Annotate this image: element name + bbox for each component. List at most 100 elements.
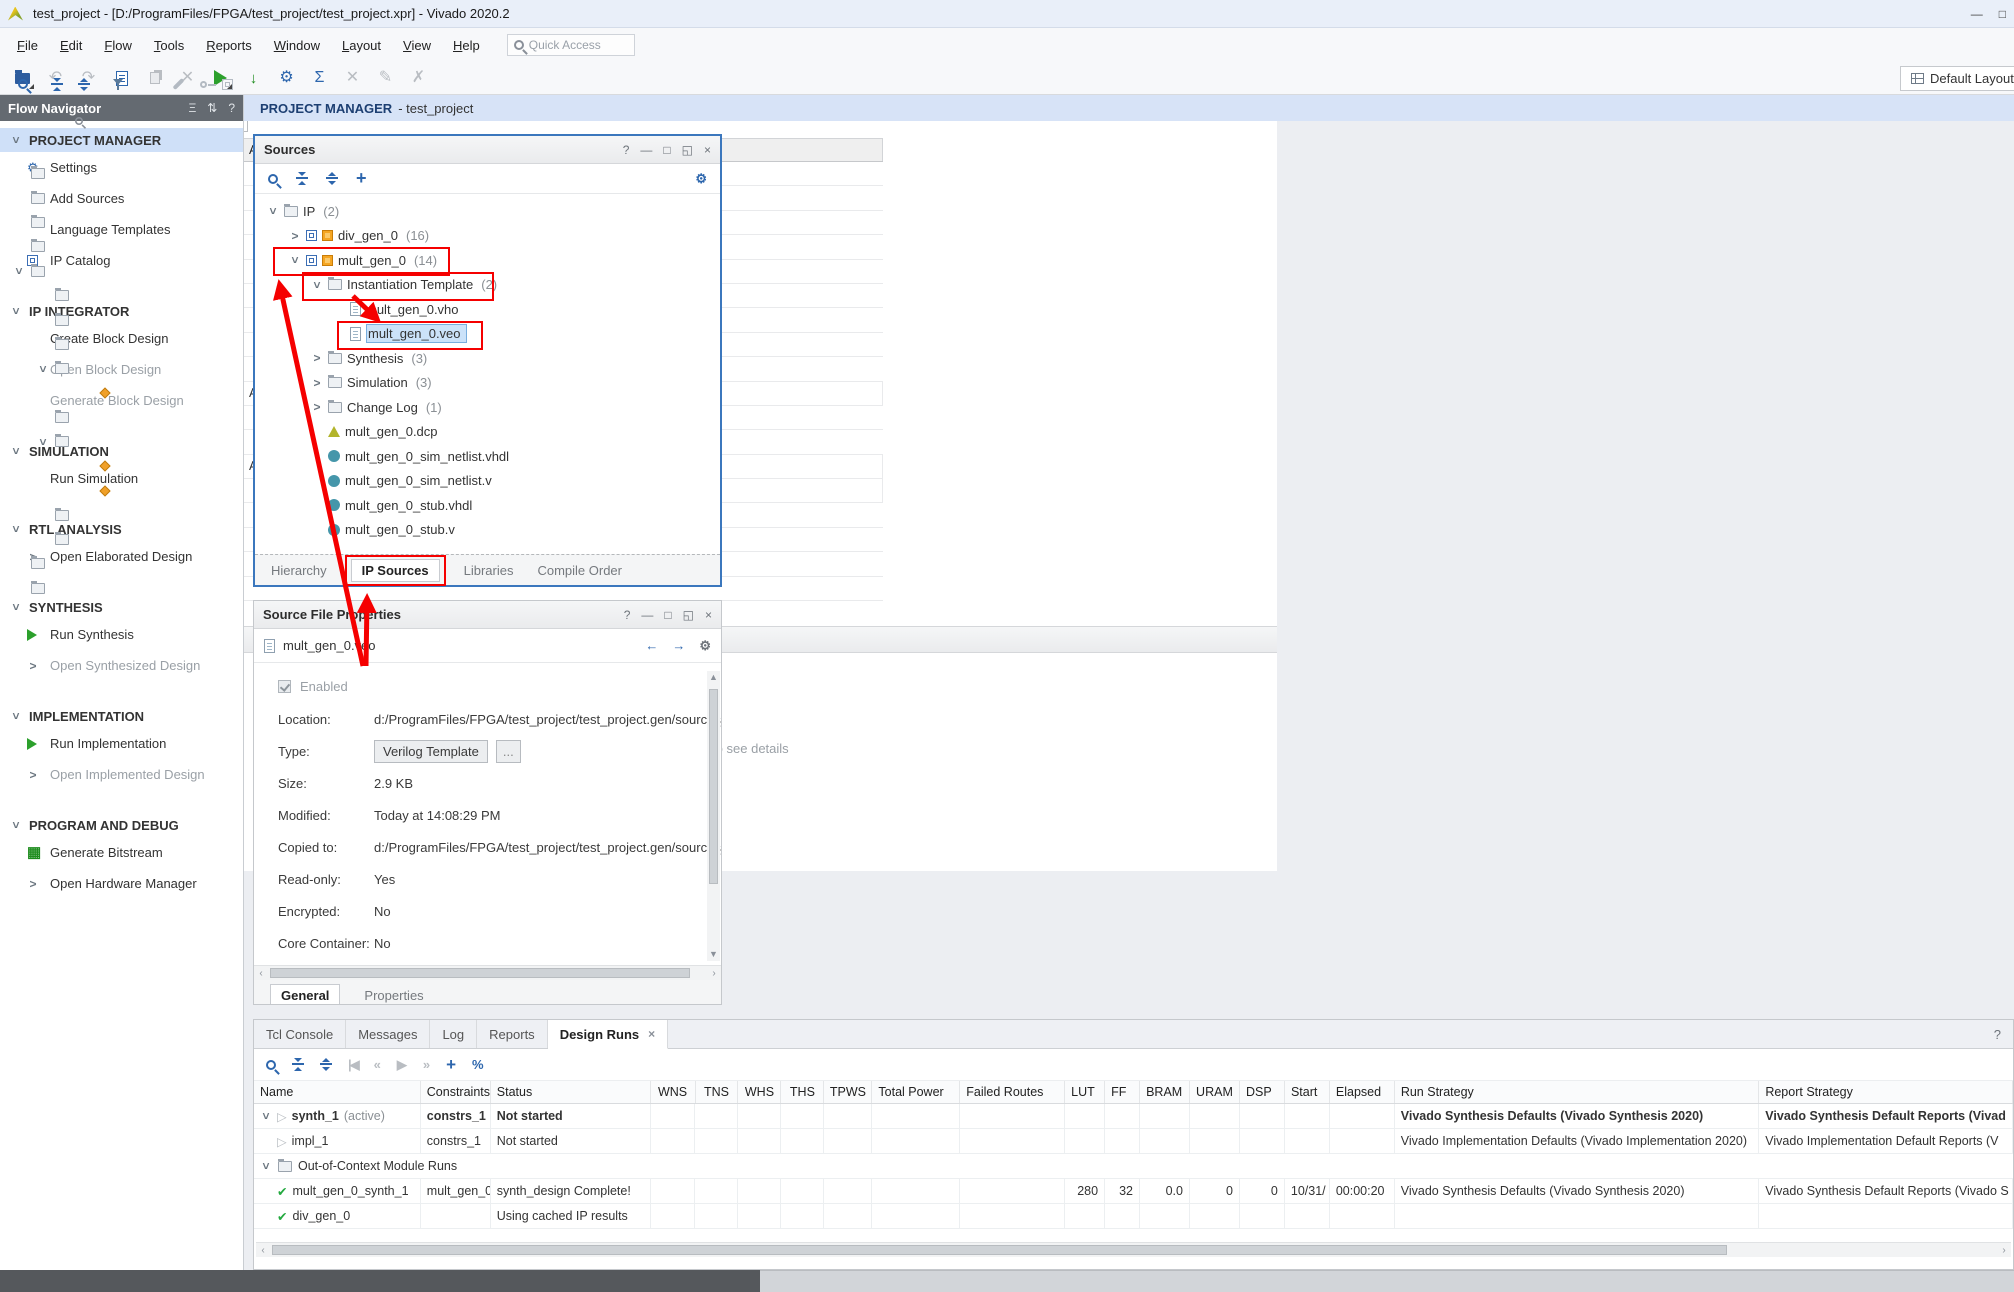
column-header-status[interactable]: Status xyxy=(491,1081,651,1103)
menu-reports[interactable]: Reports xyxy=(195,33,263,58)
tab-design-runs[interactable]: Design Runs× xyxy=(548,1020,668,1049)
scroll-left-icon[interactable]: ‹ xyxy=(256,1243,270,1258)
chevron-down-icon[interactable]: > xyxy=(9,601,23,613)
settings-button[interactable]: ⚙ xyxy=(274,66,299,91)
tab-tcl-console[interactable]: Tcl Console xyxy=(254,1020,346,1048)
run-row-impl-1[interactable]: ▷impl_1constrs_1Not startedVivado Implem… xyxy=(254,1129,2013,1154)
column-header-uram[interactable]: URAM xyxy=(1190,1081,1240,1103)
chevron-down-icon[interactable]: > xyxy=(259,1110,273,1122)
chevron-down-icon[interactable]: > xyxy=(9,305,23,317)
float-icon[interactable]: ◱ xyxy=(682,143,693,157)
column-header-report-strategy[interactable]: Report Strategy xyxy=(1759,1081,2013,1103)
tab-compile-order[interactable]: Compile Order xyxy=(537,563,622,578)
chevron-down-icon[interactable]: > xyxy=(9,710,23,722)
file-type-button[interactable]: Verilog Template xyxy=(374,740,488,763)
run-row-div-gen-0[interactable]: ✔div_gen_0Using cached IP results xyxy=(254,1204,2013,1229)
collapse-all-icon[interactable]: Ξ xyxy=(188,101,196,115)
close-icon[interactable]: × xyxy=(704,143,711,157)
tab-log[interactable]: Log xyxy=(430,1020,477,1048)
expand-all-icon[interactable] xyxy=(326,172,338,185)
search-icon[interactable] xyxy=(268,174,278,184)
column-header-whs[interactable]: WHS xyxy=(738,1081,781,1103)
sidebar-section-implementation[interactable]: >IMPLEMENTATION xyxy=(0,704,243,728)
column-header-ff[interactable]: FF xyxy=(1105,1081,1140,1103)
chevron-down-icon[interactable]: > xyxy=(310,279,324,291)
chevron-down-icon[interactable]: > xyxy=(9,445,23,457)
minimize-icon[interactable]: — xyxy=(641,608,653,622)
column-header-run-strategy[interactable]: Run Strategy xyxy=(1395,1081,1760,1103)
menu-view[interactable]: View xyxy=(392,33,442,58)
column-header-name[interactable]: Name xyxy=(254,1081,421,1103)
tree-item-instantiation-template[interactable]: >Instantiation Template(2) xyxy=(255,273,720,298)
scroll-right-icon[interactable]: › xyxy=(707,966,721,981)
column-header-dsp[interactable]: DSP xyxy=(1240,1081,1285,1103)
chevron-right-icon[interactable]: > xyxy=(311,351,323,365)
scroll-right-icon[interactable]: › xyxy=(1997,1243,2011,1258)
sidebar-section-synthesis[interactable]: >SYNTHESIS xyxy=(0,595,243,619)
tree-item-change-log[interactable]: >Change Log(1) xyxy=(255,395,720,420)
sidebar-item-run-synthesis[interactable]: Run Synthesis xyxy=(0,619,243,650)
column-header-start[interactable]: Start xyxy=(1285,1081,1330,1103)
sidebar-item-create-block-design[interactable]: Create Block Design xyxy=(0,323,243,354)
tab-messages[interactable]: Messages xyxy=(346,1020,430,1048)
column-header-lut[interactable]: LUT xyxy=(1065,1081,1105,1103)
sidebar-item-run-implementation[interactable]: Run Implementation xyxy=(0,728,243,759)
tab-reports[interactable]: Reports xyxy=(477,1020,548,1048)
tree-item-mult-gen-0-stub-v[interactable]: mult_gen_0_stub.v xyxy=(255,518,720,543)
settings-gear-icon[interactable]: ⚙ xyxy=(699,638,711,654)
tab-ip-sources[interactable]: IP Sources xyxy=(351,559,440,582)
tree-item-mult-gen-0-sim-netlist-vhdl[interactable]: mult_gen_0_sim_netlist.vhdl xyxy=(255,444,720,469)
create-run-icon[interactable]: + xyxy=(446,1055,456,1075)
column-header-wns[interactable]: WNS xyxy=(651,1081,696,1103)
tree-item-mult-gen-0-vho[interactable]: mult_gen_0.vho xyxy=(255,297,720,322)
scroll-down-icon[interactable]: ▼ xyxy=(707,948,720,961)
tab-general[interactable]: General xyxy=(270,984,340,1005)
chevron-down-icon[interactable]: > xyxy=(9,523,23,535)
column-header-elapsed[interactable]: Elapsed xyxy=(1330,1081,1395,1103)
chevron-down-icon[interactable]: > xyxy=(9,134,23,146)
tab-libraries[interactable]: Libraries xyxy=(464,563,514,578)
tree-item-mult-gen-0-veo[interactable]: mult_gen_0.veo xyxy=(255,322,720,347)
percent-icon[interactable]: % xyxy=(472,1057,484,1072)
close-icon[interactable]: × xyxy=(648,1027,655,1041)
menu-file[interactable]: File xyxy=(6,33,49,58)
horizontal-scrollbar[interactable]: ‹ › xyxy=(254,965,721,980)
tab-properties[interactable]: Properties xyxy=(364,988,423,1003)
generate-binary-button[interactable]: ↓ xyxy=(241,66,266,91)
close-icon[interactable]: × xyxy=(705,608,712,622)
vertical-scrollbar[interactable]: ▲ ▼ xyxy=(707,671,720,961)
maximize-icon[interactable]: □ xyxy=(664,608,671,622)
column-header-tns[interactable]: TNS xyxy=(696,1081,739,1103)
expand-all-icon[interactable] xyxy=(320,1058,332,1071)
column-header-bram[interactable]: BRAM xyxy=(1140,1081,1190,1103)
sidebar-item-open-hardware-manager[interactable]: >Open Hardware Manager xyxy=(0,868,243,899)
tree-item-ip[interactable]: >IP(2) xyxy=(255,199,720,224)
menu-window[interactable]: Window xyxy=(263,33,331,58)
chevron-right-icon[interactable]: > xyxy=(311,376,323,390)
expand-icon[interactable]: ⇅ xyxy=(207,101,217,115)
column-header-constraints[interactable]: Constraints xyxy=(421,1081,491,1103)
float-icon[interactable]: ◱ xyxy=(683,608,694,622)
sidebar-section-rtl-analysis[interactable]: >RTL ANALYSIS xyxy=(0,517,243,541)
menu-layout[interactable]: Layout xyxy=(331,33,392,58)
tree-item-mult-gen-0-sim-netlist-v[interactable]: mult_gen_0_sim_netlist.v xyxy=(255,469,720,494)
maximize-icon[interactable]: □ xyxy=(663,143,670,157)
sidebar-item-run-simulation[interactable]: Run Simulation xyxy=(0,463,243,494)
chevron-right-icon[interactable]: > xyxy=(311,400,323,414)
help-icon[interactable]: ? xyxy=(228,101,235,115)
minimize-icon[interactable]: — xyxy=(640,143,652,157)
chevron-down-icon[interactable]: > xyxy=(12,265,26,277)
search-icon[interactable] xyxy=(266,1060,276,1070)
tree-item-mult-gen-0[interactable]: >mult_gen_0(14) xyxy=(255,248,720,273)
sidebar-section-program-and-debug[interactable]: >PROGRAM AND DEBUG xyxy=(0,813,243,837)
tree-item-div-gen-0[interactable]: >div_gen_0(16) xyxy=(255,224,720,249)
chevron-down-icon[interactable]: > xyxy=(266,205,280,217)
chevron-down-icon[interactable]: > xyxy=(288,254,302,266)
settings-gear-icon[interactable]: ⚙ xyxy=(695,171,707,187)
help-icon[interactable]: ? xyxy=(1994,1020,2013,1048)
report-button[interactable]: Σ xyxy=(307,66,332,91)
enabled-checkbox[interactable] xyxy=(278,680,291,693)
forward-icon[interactable]: → xyxy=(672,638,685,653)
column-header-ths[interactable]: THS xyxy=(781,1081,824,1103)
quick-access-search[interactable]: Quick Access xyxy=(507,34,635,56)
